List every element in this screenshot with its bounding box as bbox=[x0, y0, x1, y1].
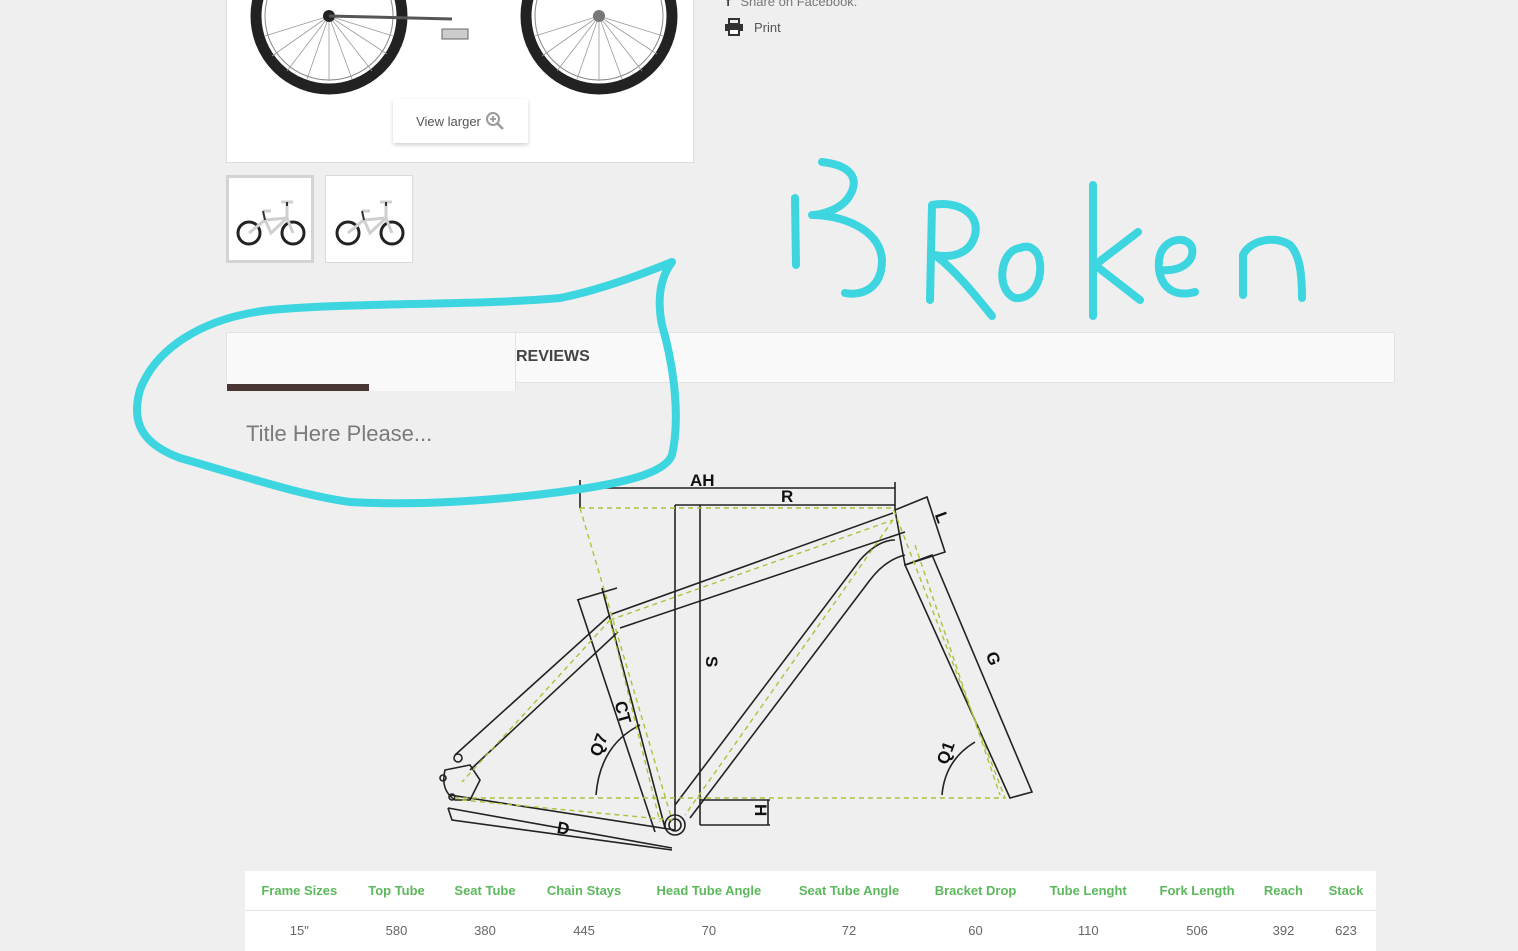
share-facebook-label: Share on Facebook. bbox=[740, 0, 858, 9]
col-bracket-drop: Bracket Drop bbox=[917, 871, 1034, 911]
facebook-icon: f bbox=[726, 0, 731, 9]
view-larger-label: View larger bbox=[416, 113, 481, 129]
view-larger-button[interactable]: View larger bbox=[393, 99, 528, 143]
table-cell: 72 bbox=[841, 922, 857, 938]
table-cell: 506 bbox=[1186, 922, 1208, 938]
label-ah: AH bbox=[690, 471, 715, 490]
bike-thumbnail-image bbox=[335, 200, 405, 246]
title-placeholder: Title Here Please... bbox=[246, 421, 433, 446]
table-cell: 445 bbox=[573, 922, 595, 938]
table-cell: 380 bbox=[474, 922, 496, 938]
label-h: H bbox=[751, 804, 770, 816]
tab-reviews-label: REVIEWS bbox=[516, 348, 590, 365]
table-cell: 580 bbox=[385, 922, 408, 938]
print-label: Print bbox=[754, 19, 781, 35]
table-cell: 15" bbox=[289, 922, 309, 938]
letter-k bbox=[1089, 181, 1144, 320]
frame-geometry-diagram: AH R L S G CT Q7 Q1 H D bbox=[439, 471, 1034, 851]
table-row: 15" 580 380 445 70 72 60 110 506 392 623 bbox=[245, 911, 1376, 950]
geometry-specs-table: Frame Sizes Top Tube Seat Tube Chain Sta… bbox=[245, 871, 1376, 951]
bike-thumbnail-image bbox=[236, 200, 306, 246]
col-head-tube-angle: Head Tube Angle bbox=[637, 871, 781, 911]
letter-r bbox=[926, 200, 996, 320]
table-cell: 70 bbox=[701, 922, 717, 938]
letter-b bbox=[791, 158, 886, 298]
col-seat-tube-angle: Seat Tube Angle bbox=[780, 871, 918, 911]
col-stack: Stack bbox=[1315, 871, 1376, 911]
tab-reviews[interactable]: REVIEWS bbox=[227, 333, 590, 391]
letter-o bbox=[998, 242, 1045, 303]
col-seat-tube: Seat Tube bbox=[439, 871, 531, 911]
label-q1: Q1 bbox=[933, 739, 959, 767]
table-cell: 623 bbox=[1335, 922, 1357, 938]
share-facebook-link[interactable]: f Share on Facebook. bbox=[726, 0, 857, 9]
thumbnail-2[interactable] bbox=[325, 175, 413, 263]
specs-header-row: Frame Sizes Top Tube Seat Tube Chain Sta… bbox=[245, 871, 1376, 911]
print-link[interactable]: Print bbox=[724, 18, 781, 36]
table-cell: 110 bbox=[1077, 922, 1099, 938]
col-reach: Reach bbox=[1250, 871, 1316, 911]
thumbnail-1[interactable] bbox=[226, 175, 314, 263]
col-fork-length: Fork Length bbox=[1143, 871, 1251, 911]
col-tube-lenght: Tube Lenght bbox=[1033, 871, 1144, 911]
label-r: R bbox=[781, 487, 793, 506]
label-g: G bbox=[982, 649, 1004, 668]
label-s: S bbox=[702, 656, 721, 667]
col-frame-sizes: Frame Sizes bbox=[245, 871, 354, 911]
table-cell: 392 bbox=[1272, 922, 1295, 938]
col-chain-stays: Chain Stays bbox=[530, 871, 638, 911]
label-l: L bbox=[931, 509, 952, 525]
printer-icon bbox=[725, 18, 743, 36]
col-top-tube: Top Tube bbox=[353, 871, 440, 911]
active-tab-indicator bbox=[227, 384, 369, 391]
zoom-in-icon bbox=[485, 112, 504, 130]
letter-n bbox=[1239, 235, 1306, 302]
letter-e bbox=[1154, 236, 1199, 298]
table-cell: 60 bbox=[968, 922, 983, 938]
